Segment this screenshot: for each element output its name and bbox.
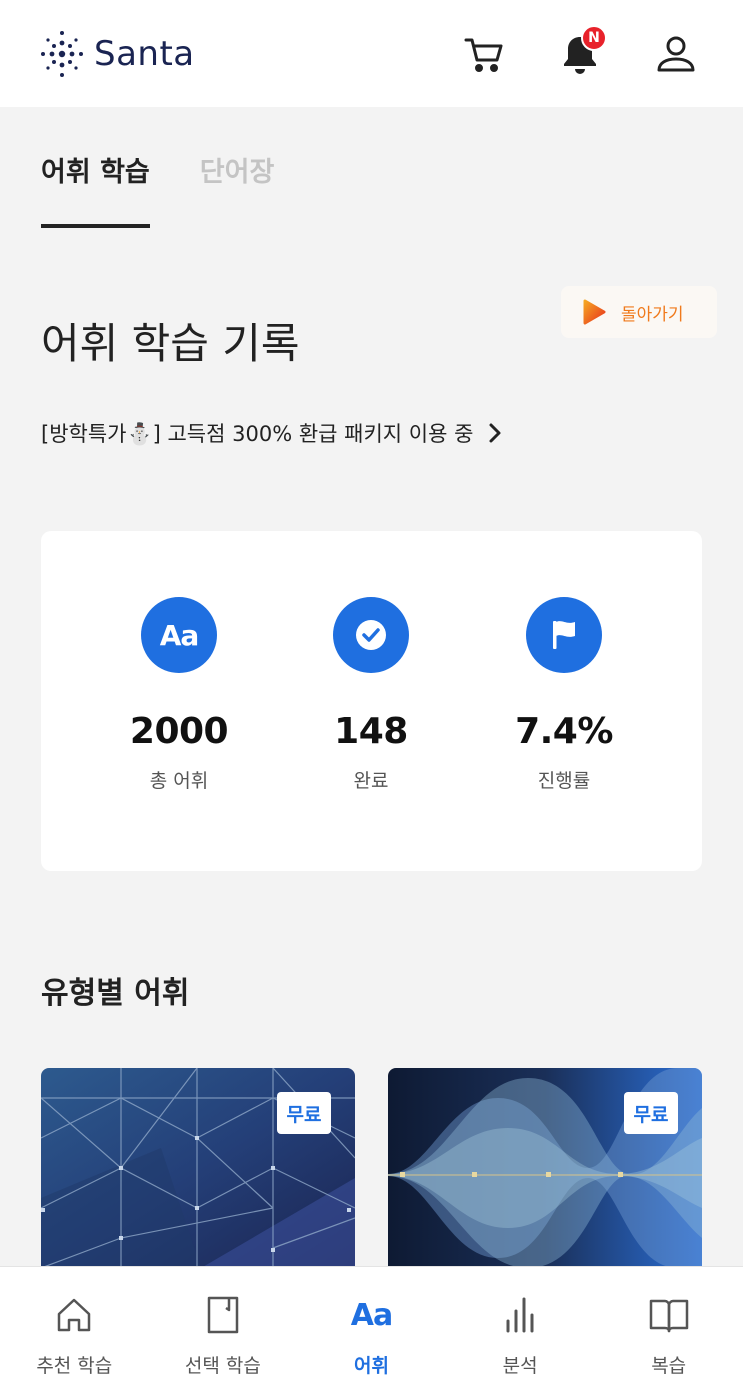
top-header: Santa N [0, 0, 743, 107]
chevron-right-icon [489, 423, 501, 443]
package-link-text: [방학특가⛄] 고득점 300% 환급 패키지 이용 중 [41, 422, 474, 446]
tab-bar: 어휘 학습 단어장 [41, 150, 274, 229]
home-icon [58, 1298, 91, 1332]
santa-logo-icon [41, 30, 83, 77]
user-icon [657, 36, 695, 71]
stat-progress: 7.4% 진행률 [484, 597, 644, 793]
open-book-icon [649, 1299, 688, 1333]
play-icon [583, 299, 606, 325]
category-card[interactable]: 무료 [41, 1068, 355, 1268]
nav-item-recommended[interactable]: 추천 학습 [0, 1267, 149, 1390]
section-title: 유형별 어휘 [41, 976, 190, 1011]
profile-button[interactable] [655, 33, 697, 75]
check-icon [333, 597, 409, 673]
stat-total-vocab: Aa 2000 총 어휘 [99, 597, 259, 793]
nav-label: 어휘 [354, 1355, 389, 1377]
aa-icon: Aa [141, 597, 217, 673]
back-button-label: 돌아가기 [621, 304, 684, 325]
package-link[interactable]: [방학특가⛄] 고득점 300% 환급 패키지 이용 중 [41, 418, 503, 448]
aa-icon: Aa [349, 1293, 393, 1337]
stat-value: 7.4% [515, 711, 613, 752]
flag-icon [526, 597, 602, 673]
nav-label: 추천 학습 [36, 1355, 113, 1377]
tab-vocab-study[interactable]: 어휘 학습 [41, 150, 150, 229]
aa-icon-text: Aa [159, 618, 200, 652]
bottom-nav: 추천 학습 선택 학습 Aa 어휘 분석 복습 [0, 1266, 743, 1390]
notification-badge: N [581, 24, 607, 51]
stat-value: 148 [334, 711, 408, 752]
stats-card: Aa 2000 총 어휘 148 완료 7.4% 진행률 [41, 531, 702, 871]
free-badge: 무료 [277, 1092, 331, 1134]
nav-item-vocab[interactable]: Aa 어휘 [297, 1267, 446, 1390]
stat-label: 완료 [353, 770, 389, 792]
stat-label: 총 어휘 [149, 770, 209, 792]
santa-logo[interactable]: Santa [40, 29, 195, 79]
nav-label: 복습 [651, 1355, 687, 1377]
tab-wordbook[interactable]: 단어장 [200, 150, 275, 229]
bar-chart-icon [506, 1297, 534, 1333]
category-card[interactable]: 무료 [388, 1068, 702, 1268]
stat-value: 2000 [129, 711, 229, 752]
notification-button[interactable]: N [559, 24, 607, 75]
free-badge: 무료 [624, 1092, 678, 1134]
cart-button[interactable] [463, 33, 505, 75]
nav-label: 선택 학습 [184, 1355, 261, 1377]
nav-label: 분석 [502, 1355, 538, 1377]
nav-item-select-study[interactable]: 선택 학습 [149, 1267, 298, 1390]
stat-completed: 148 완료 [291, 597, 451, 793]
nav-item-analysis[interactable]: 분석 [446, 1267, 595, 1390]
nav-aa-text: Aa [350, 1297, 393, 1333]
nav-item-review[interactable]: 복습 [594, 1267, 743, 1390]
stat-label: 진행률 [537, 770, 591, 792]
logo-text: Santa [94, 33, 195, 74]
page-title: 어휘 학습 기록 [41, 319, 300, 368]
cart-icon [464, 38, 503, 72]
back-button[interactable]: 돌아가기 [561, 286, 717, 338]
book-page-icon [207, 1296, 239, 1334]
active-tab-indicator [41, 224, 150, 228]
